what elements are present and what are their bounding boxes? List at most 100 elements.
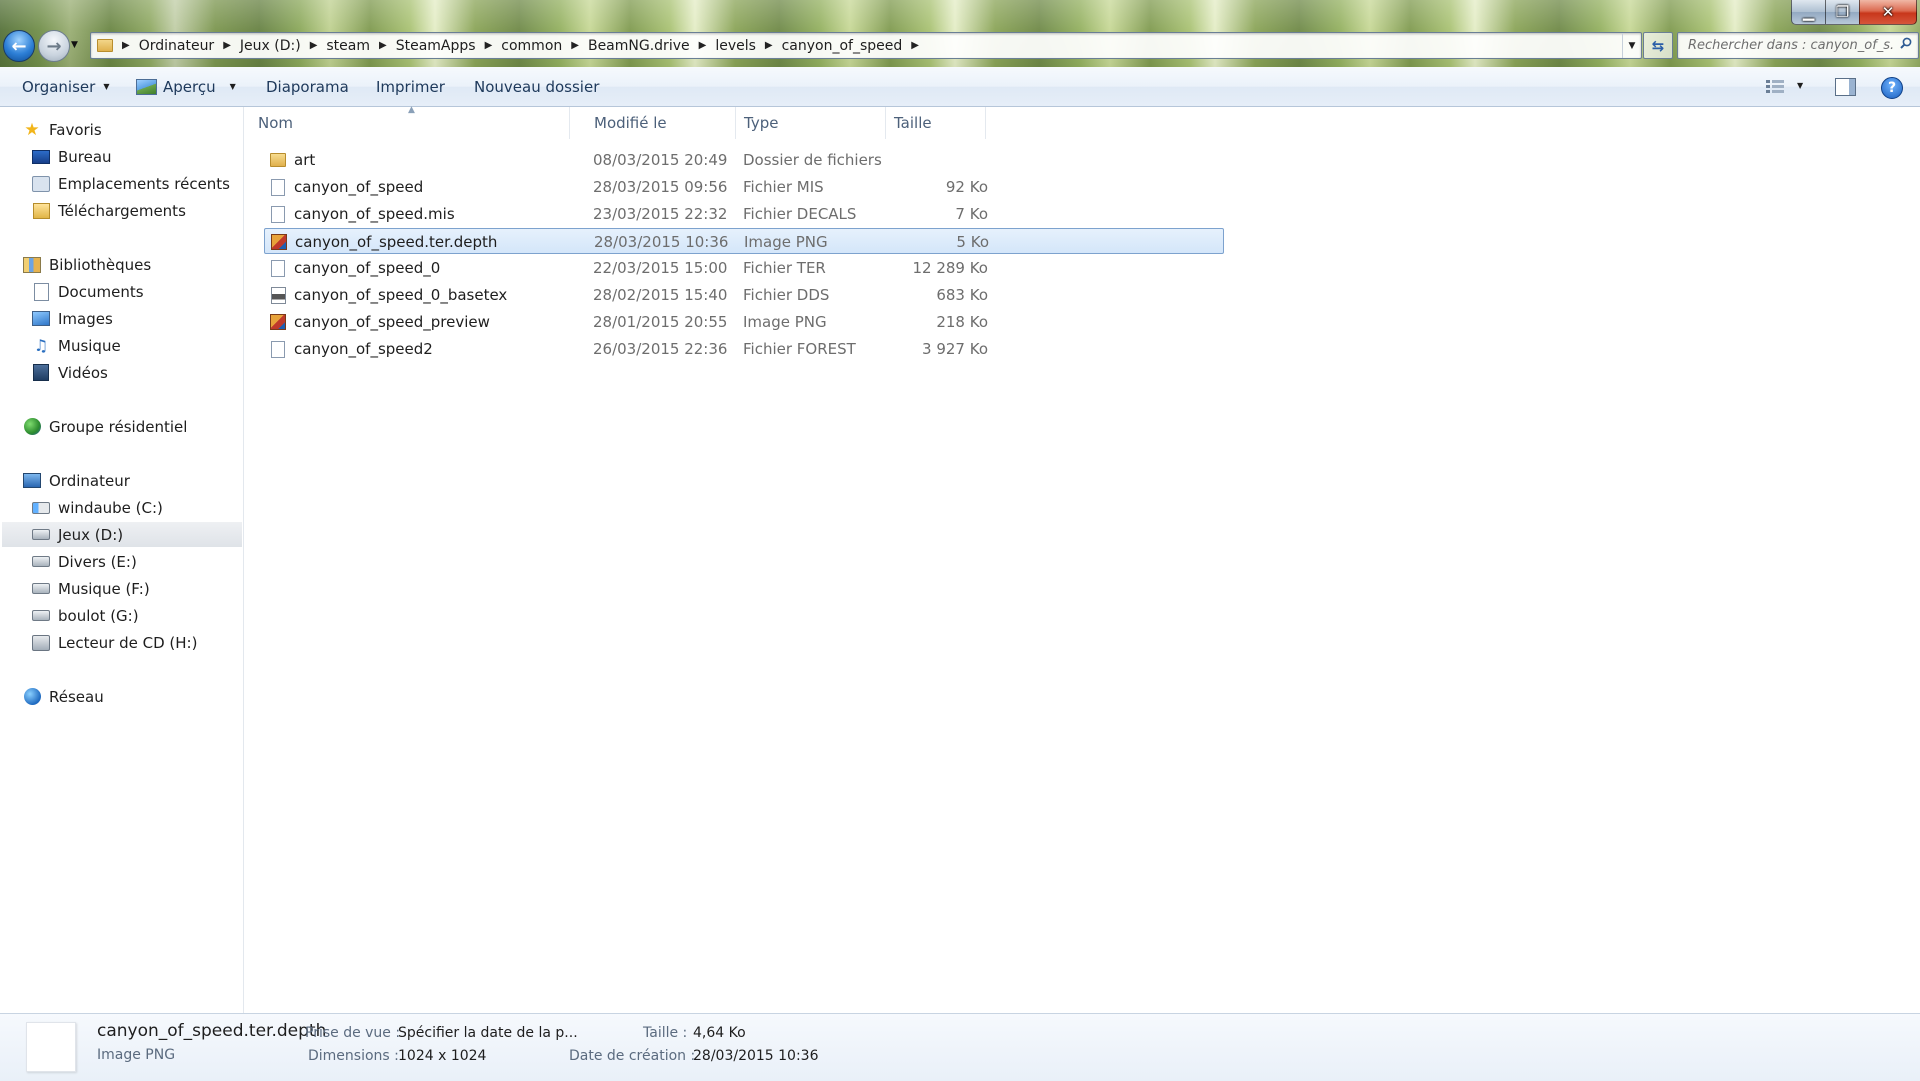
sidebar-item-drive-c[interactable]: windaube (C:) bbox=[32, 495, 163, 520]
chevron-right-icon[interactable]: ▶ bbox=[568, 40, 582, 51]
sidebar-item-cd-drive[interactable]: Lecteur de CD (H:) bbox=[32, 630, 197, 655]
png-image-icon bbox=[271, 229, 287, 255]
back-button[interactable]: ← bbox=[3, 30, 35, 62]
sidebar-item-label: Divers (E:) bbox=[58, 552, 137, 571]
chevron-right-icon[interactable]: ▶ bbox=[119, 40, 133, 51]
search-box[interactable] bbox=[1677, 32, 1919, 59]
sidebar-item-recent-places[interactable]: Emplacements récents bbox=[32, 171, 230, 196]
dimensions-value: 1024 x 1024 bbox=[398, 1048, 487, 1064]
sidebar-item-homegroup[interactable]: Groupe résidentiel bbox=[23, 414, 187, 439]
chevron-right-icon[interactable]: ▶ bbox=[696, 40, 710, 51]
address-history-dropdown[interactable]: ▼ bbox=[1622, 33, 1641, 58]
breadcrumb-canyon-of-speed[interactable]: canyon_of_speed bbox=[776, 38, 909, 54]
maximize-button[interactable]: ❐ bbox=[1825, 0, 1860, 25]
address-bar[interactable]: ▶ Ordinateur ▶ Jeux (D:) ▶ steam ▶ Steam… bbox=[90, 32, 1642, 59]
file-name: canyon_of_speed2 bbox=[294, 340, 433, 358]
table-row[interactable]: art 08/03/2015 20:49 Dossier de fichiers bbox=[264, 147, 1224, 173]
breadcrumb-ordinateur[interactable]: Ordinateur bbox=[133, 38, 221, 54]
breadcrumb-levels[interactable]: levels bbox=[709, 38, 762, 54]
sidebar-item-computer[interactable]: Ordinateur bbox=[23, 468, 130, 493]
view-options-icon[interactable] bbox=[1766, 80, 1784, 94]
chevron-right-icon[interactable]: ▶ bbox=[307, 40, 321, 51]
breadcrumb-beamng[interactable]: BeamNG.drive bbox=[582, 38, 696, 54]
sidebar-item-drive-d[interactable]: Jeux (D:) bbox=[2, 522, 242, 547]
dimensions-label: Dimensions : bbox=[308, 1048, 399, 1064]
sidebar-item-documents[interactable]: Documents bbox=[32, 279, 144, 304]
sidebar-item-favorites[interactable]: ★ Favoris bbox=[23, 117, 101, 142]
file-size: 7 Ko bbox=[955, 205, 988, 223]
sort-ascending-icon: ▲ bbox=[408, 105, 415, 115]
sidebar-item-videos[interactable]: Vidéos bbox=[32, 360, 108, 385]
sidebar-item-label: Réseau bbox=[49, 687, 104, 706]
breadcrumb-jeux[interactable]: Jeux (D:) bbox=[234, 38, 307, 54]
preview-button[interactable]: Aperçu ▼ bbox=[136, 67, 236, 106]
sidebar-item-drive-f[interactable]: Musique (F:) bbox=[32, 576, 150, 601]
file-date: 08/03/2015 20:49 bbox=[593, 151, 728, 169]
sidebar-item-label: Musique bbox=[58, 336, 121, 355]
column-header-type[interactable]: Type bbox=[736, 107, 886, 139]
preview-pane-toggle-icon[interactable] bbox=[1835, 78, 1856, 96]
file-icon bbox=[270, 336, 286, 362]
table-row[interactable]: canyon_of_speed.mis 23/03/2015 22:32 Fic… bbox=[264, 201, 1224, 227]
libraries-icon bbox=[23, 256, 41, 273]
file-name: canyon_of_speed_preview bbox=[294, 313, 490, 331]
sidebar-item-drive-g[interactable]: boulot (G:) bbox=[32, 603, 139, 628]
chevron-right-icon[interactable]: ▶ bbox=[482, 40, 496, 51]
print-button[interactable]: Imprimer bbox=[376, 67, 445, 106]
table-row[interactable]: canyon_of_speed_0 22/03/2015 15:00 Fichi… bbox=[264, 255, 1224, 281]
column-header-size[interactable]: Taille bbox=[886, 107, 986, 139]
sidebar-item-network[interactable]: Réseau bbox=[23, 684, 104, 709]
recent-pages-dropdown[interactable]: ▼ bbox=[71, 40, 78, 50]
search-input[interactable] bbox=[1686, 37, 1895, 54]
sidebar-item-desktop[interactable]: Bureau bbox=[32, 144, 112, 169]
breadcrumb-steamapps[interactable]: SteamApps bbox=[390, 38, 482, 54]
sidebar-item-images[interactable]: Images bbox=[32, 306, 113, 331]
view-options-dropdown-icon[interactable]: ▼ bbox=[1797, 81, 1803, 90]
file-type: Fichier DDS bbox=[743, 286, 830, 304]
maximize-icon: ❐ bbox=[1835, 3, 1850, 21]
new-folder-button[interactable]: Nouveau dossier bbox=[474, 67, 599, 106]
sidebar-item-drive-e[interactable]: Divers (E:) bbox=[32, 549, 137, 574]
sidebar-item-libraries[interactable]: Bibliothèques bbox=[23, 252, 151, 277]
search-icon[interactable] bbox=[1900, 37, 1912, 49]
table-row[interactable]: canyon_of_speed_preview 28/01/2015 20:55… bbox=[264, 309, 1224, 335]
file-date: 28/03/2015 10:36 bbox=[594, 233, 729, 251]
breadcrumb-common[interactable]: common bbox=[495, 38, 568, 54]
date-taken-value[interactable]: Spécifier la date de la p... bbox=[398, 1025, 578, 1041]
sidebar-item-label: Bureau bbox=[58, 147, 112, 166]
file-size bbox=[878, 147, 988, 173]
star-icon: ★ bbox=[24, 119, 40, 140]
navigation-pane: ★ Favoris Bureau Emplacements récents Té… bbox=[0, 107, 244, 1013]
refresh-button[interactable]: ⇆ bbox=[1643, 32, 1673, 59]
help-icon[interactable]: ? bbox=[1881, 77, 1903, 99]
table-row[interactable]: canyon_of_speed2 26/03/2015 22:36 Fichie… bbox=[264, 336, 1224, 362]
file-icon bbox=[270, 174, 286, 200]
column-header-name[interactable]: ▲ Nom bbox=[236, 105, 570, 139]
table-row-selected[interactable]: canyon_of_speed.ter.depth 28/03/2015 10:… bbox=[264, 228, 1224, 254]
file-name: canyon_of_speed.ter.depth bbox=[295, 233, 498, 251]
breadcrumb-steam[interactable]: steam bbox=[320, 38, 376, 54]
file-type: Image PNG bbox=[744, 233, 828, 251]
network-icon bbox=[23, 688, 41, 705]
downloads-folder-icon bbox=[32, 202, 50, 219]
table-row[interactable]: canyon_of_speed_0_basetex 28/02/2015 15:… bbox=[264, 282, 1224, 308]
desktop-icon bbox=[32, 149, 50, 165]
close-button[interactable]: ✕ bbox=[1859, 0, 1917, 25]
image-preview-icon bbox=[136, 78, 157, 95]
chevron-right-icon[interactable]: ▶ bbox=[762, 40, 776, 51]
organize-button[interactable]: Organiser ▼ bbox=[22, 67, 109, 106]
file-date: 23/03/2015 22:32 bbox=[593, 205, 728, 223]
table-row[interactable]: canyon_of_speed 28/03/2015 09:56 Fichier… bbox=[264, 174, 1224, 200]
column-header-date[interactable]: Modifié le bbox=[586, 107, 736, 139]
chevron-right-icon[interactable]: ▶ bbox=[220, 40, 234, 51]
created-date-label: Date de création : bbox=[569, 1048, 696, 1064]
sidebar-item-downloads[interactable]: Téléchargements bbox=[32, 198, 186, 223]
size-label: Taille : bbox=[643, 1025, 688, 1041]
minimize-button[interactable]: ▁ bbox=[1791, 0, 1826, 25]
chevron-right-icon[interactable]: ▶ bbox=[908, 40, 922, 51]
sidebar-item-music-library[interactable]: ♫ Musique bbox=[32, 333, 121, 358]
forward-button[interactable]: → bbox=[38, 30, 70, 62]
file-name: canyon_of_speed.mis bbox=[294, 205, 455, 223]
slideshow-button[interactable]: Diaporama bbox=[266, 67, 349, 106]
chevron-right-icon[interactable]: ▶ bbox=[376, 40, 390, 51]
